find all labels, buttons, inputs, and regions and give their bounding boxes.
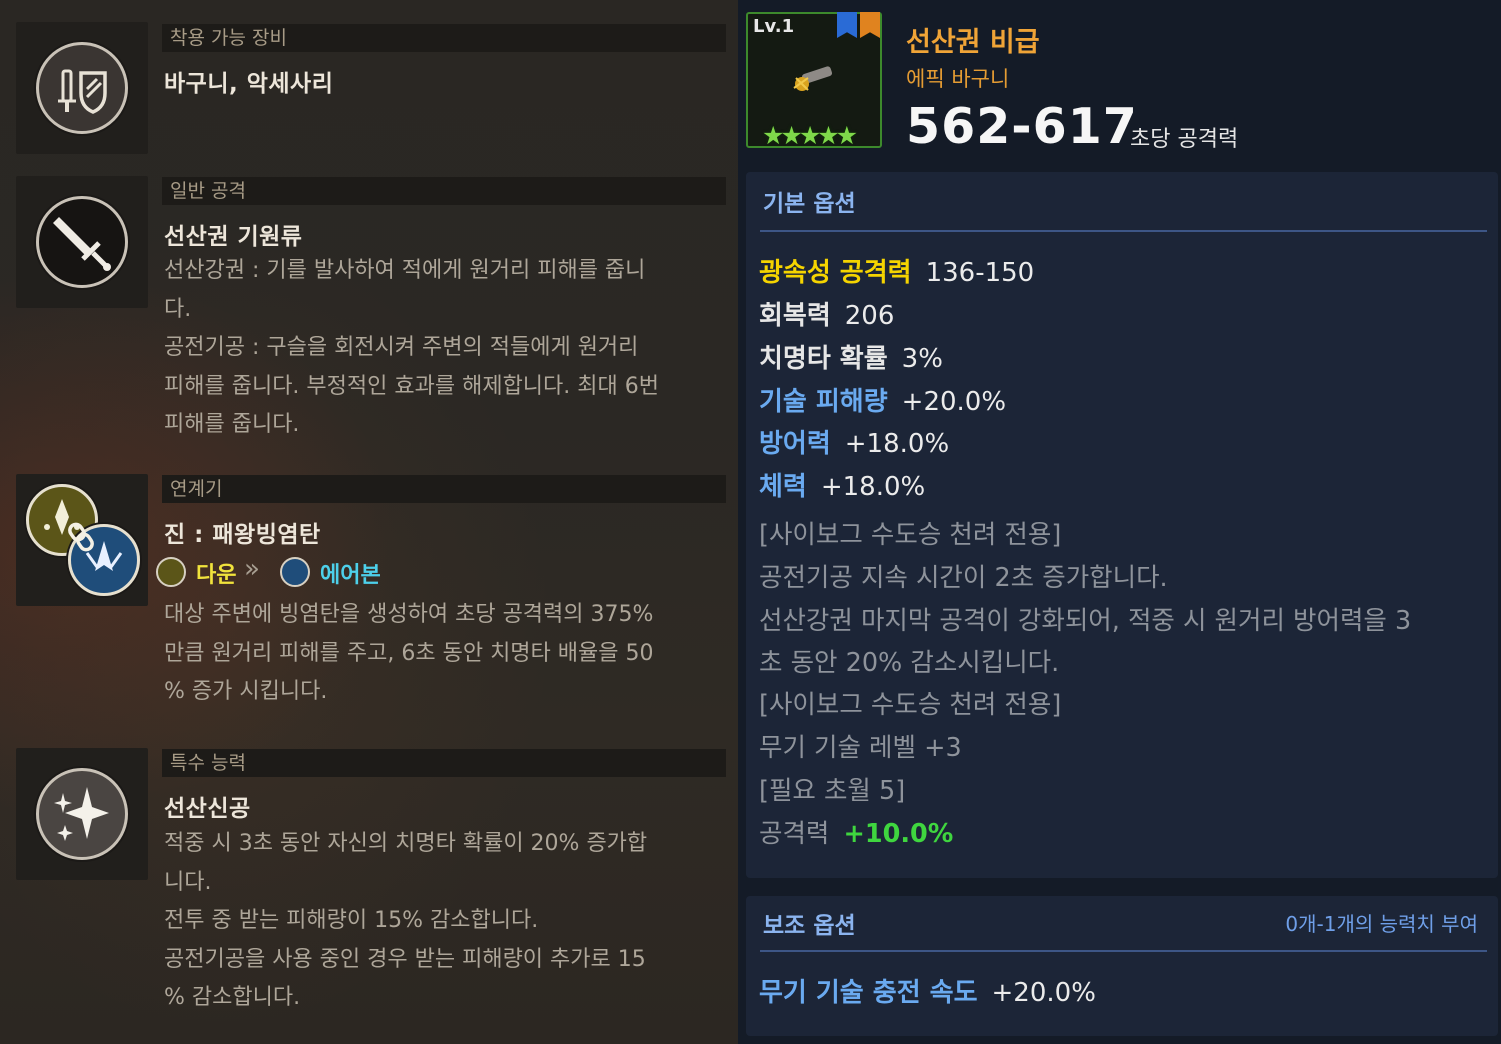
special-header: 특수 능력 xyxy=(162,749,726,777)
combo-icon-frame xyxy=(16,474,148,606)
sword-shield-icon xyxy=(36,42,128,134)
stat-label: 방어력 xyxy=(759,429,831,459)
stat-row: 치명타 확률 3% xyxy=(759,338,943,375)
stat-row: 기술 피해량 +20.0% xyxy=(759,381,1006,418)
stat-row: 회복력 206 xyxy=(759,295,894,332)
normal-attack-header: 일반 공격 xyxy=(162,177,726,205)
combo-desc: 대상 주변에 빙염탄을 생성하여 초당 공격력의 375% 만큼 원거리 피해를… xyxy=(164,596,714,712)
attack-bonus-row: 공격력 +10.0% xyxy=(759,813,953,850)
normal-attack-title: 선산권 기원류 xyxy=(164,224,303,250)
equip-icon-frame xyxy=(16,22,148,154)
stat-row: 광속성 공격력 136-150 xyxy=(759,252,1034,289)
equip-header: 착용 가능 장비 xyxy=(162,24,726,52)
special-desc: 적중 시 3초 동안 자신의 치명타 확률이 20% 증가합 니다. 전투 중 … xyxy=(164,825,714,1018)
desc-line: 적중 시 3초 동안 자신의 치명타 확률이 20% 증가합 xyxy=(164,831,648,856)
down-mini-icon xyxy=(156,557,186,587)
sword-icon xyxy=(36,196,128,288)
attack-label: 초당 공격력 xyxy=(1130,127,1239,152)
desc-line: 공전기공 : 구슬을 회전시켜 주변의 적들에게 원거리 xyxy=(164,335,639,360)
stat-value: 206 xyxy=(844,301,895,331)
desc-line: 만큼 원거리 피해를 주고, 6초 동안 치명타 배율을 50 xyxy=(164,640,654,666)
chain-link-icon xyxy=(68,522,94,552)
desc-line: 전투 중 받는 피해량이 15% 감소합니다. xyxy=(164,908,539,933)
item-type: 에픽 바구니 xyxy=(906,67,1010,91)
option-note: 초 동안 20% 감소시킵니다. xyxy=(759,648,1060,678)
desc-line: 공전기공을 사용 중인 경우 받는 피해량이 추가로 15 xyxy=(164,946,646,972)
option-note: 공전기공 지속 시간이 2초 증가합니다. xyxy=(759,563,1168,593)
sub-options-note: 0개-1개의 능력치 부여 xyxy=(1285,912,1478,936)
stat-label: 체력 xyxy=(759,472,807,502)
airborne-mini-icon xyxy=(280,557,310,587)
blue-flag-icon xyxy=(837,12,857,38)
desc-line: 니다. xyxy=(164,869,212,895)
orange-flag-icon xyxy=(860,12,880,38)
option-note: [사이보그 수도승 천려 전용] xyxy=(759,690,1062,720)
attack-bonus-value: +10.0% xyxy=(843,819,954,849)
basic-options-box: 기본 옵션 광속성 공격력 136-150 회복력 206 치명타 확률 3% 기술 … xyxy=(746,172,1498,878)
combo-title: 진 : 패왕빙염탄 xyxy=(164,522,321,548)
stat-value: +18.0% xyxy=(844,429,950,459)
combo-header: 연계기 xyxy=(162,475,726,503)
desc-line: % 증가 시킵니다. xyxy=(164,679,328,704)
stat-row: 무기 기술 충전 속도 +20.0% xyxy=(759,972,1096,1009)
combo-from: 다운 xyxy=(196,563,237,588)
divider xyxy=(760,950,1487,952)
item-art-icon xyxy=(788,62,842,96)
skill-panel: 착용 가능 장비 바구니, 악세사리 일반 공격 선산권 기원류 선산강권 : … xyxy=(0,0,738,1044)
desc-line: 선산강권 : 기를 발사하여 적에게 원거리 피해를 줍니 xyxy=(164,258,646,283)
desc-line: 피해를 줍니다. 부정적인 효과를 해제합니다. 최대 6번 xyxy=(164,373,659,399)
desc-line: 피해를 줍니다. xyxy=(164,412,300,437)
attack-value: 562-617 xyxy=(906,98,1138,155)
option-note: [필요 초월 5] xyxy=(759,776,906,806)
item-level: Lv.1 xyxy=(753,16,795,37)
stat-value: 3% xyxy=(901,344,943,374)
sub-options-box: 보조 옵션 0개-1개의 능력치 부여 무기 기술 충전 속도 +20.0% xyxy=(746,896,1498,1036)
sub-options-header: 보조 옵션 xyxy=(763,913,856,939)
stat-label: 치명타 확률 xyxy=(759,344,888,374)
combo-to: 에어본 xyxy=(320,563,381,588)
stat-label: 회복력 xyxy=(759,301,831,331)
option-note: 선산강권 마지막 공격이 강화되어, 적중 시 원거리 방어력을 3 xyxy=(759,606,1412,636)
item-thumbnail[interactable]: Lv.1 ★★★★★ xyxy=(746,12,882,150)
stat-value: 136-150 xyxy=(925,258,1035,288)
normal-attack-desc: 선산강권 : 기를 발사하여 적에게 원거리 피해를 줍니 다. 공전기공 : … xyxy=(164,252,714,445)
sparkle-icon xyxy=(36,768,128,860)
special-icon-frame xyxy=(16,748,148,880)
option-note: [사이보그 수도승 천려 전용] xyxy=(759,520,1062,550)
attack-bonus-label: 공격력 xyxy=(759,819,830,849)
divider xyxy=(760,230,1487,232)
item-stars: ★★★★★ xyxy=(762,121,858,150)
stat-value: +18.0% xyxy=(820,472,926,502)
stat-value: +20.0% xyxy=(991,978,1096,1008)
stat-label: 광속성 공격력 xyxy=(759,258,912,288)
stat-label: 기술 피해량 xyxy=(759,387,888,417)
stat-value: +20.0% xyxy=(901,387,1007,417)
combo-arrow: » xyxy=(244,554,260,584)
item-name: 선산권 비급 xyxy=(906,27,1040,58)
normal-attack-icon-frame xyxy=(16,176,148,308)
desc-line: 대상 주변에 빙염탄을 생성하여 초당 공격력의 375% xyxy=(164,602,654,627)
stat-label: 무기 기술 충전 속도 xyxy=(759,978,978,1008)
desc-line: % 감소합니다. xyxy=(164,985,301,1010)
stat-row: 방어력 +18.0% xyxy=(759,423,949,460)
desc-line: 다. xyxy=(164,296,192,322)
stat-row: 체력 +18.0% xyxy=(759,466,925,503)
option-note: 무기 기술 레벨 +3 xyxy=(759,733,962,763)
equip-title: 바구니, 악세사리 xyxy=(164,71,334,97)
basic-options-header: 기본 옵션 xyxy=(763,191,856,217)
special-title: 선산신공 xyxy=(164,796,251,822)
